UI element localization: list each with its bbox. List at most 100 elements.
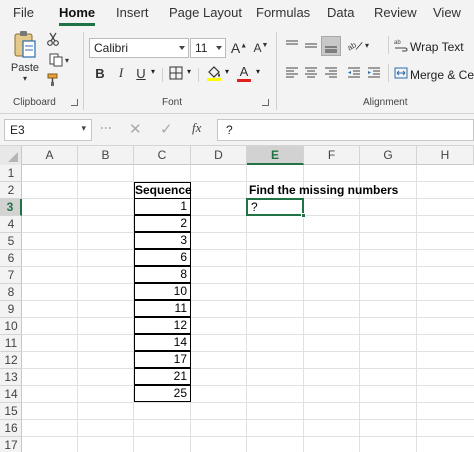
sequence-header-cell[interactable]: Sequence [134, 182, 192, 199]
tab-review[interactable]: Review [374, 5, 417, 20]
cut-button[interactable] [46, 32, 60, 46]
column-header-c[interactable]: C [134, 146, 191, 165]
paste-button[interactable]: Paste ▾ [8, 30, 42, 90]
row-header-9[interactable]: 9 [0, 301, 22, 318]
row-header-11[interactable]: 11 [0, 335, 22, 352]
row-header-3[interactable]: 3 [0, 199, 22, 216]
sequence-cell[interactable]: 12 [134, 317, 191, 334]
chevron-down-icon[interactable]: ▾ [225, 67, 229, 76]
gridline [359, 165, 360, 452]
column-header-e[interactable]: E [247, 146, 304, 165]
top-align-button[interactable] [283, 36, 301, 54]
font-color-icon: A [239, 63, 249, 79]
tab-view[interactable]: View [433, 5, 461, 20]
wrap-text-icon: ab [394, 36, 408, 54]
row-header-16[interactable]: 16 [0, 420, 22, 437]
sequence-cell[interactable]: 21 [134, 368, 191, 385]
gridline [22, 351, 474, 352]
tab-page-layout[interactable]: Page Layout [169, 5, 242, 20]
row-header-15[interactable]: 15 [0, 403, 22, 420]
insert-function-button[interactable]: fx [192, 120, 201, 136]
sequence-cell[interactable]: 3 [134, 232, 191, 249]
separator [162, 68, 163, 82]
column-header-h[interactable]: H [417, 146, 474, 165]
sequence-cell[interactable]: 1 [134, 198, 191, 215]
copy-button[interactable]: ▾ [46, 53, 72, 67]
wrap-text-button[interactable]: Wrap Text [410, 40, 464, 54]
sequence-cell[interactable]: 2 [134, 215, 191, 232]
row-header-5[interactable]: 5 [0, 233, 22, 250]
tab-formulas[interactable]: Formulas [256, 5, 310, 20]
row-header-4[interactable]: 4 [0, 216, 22, 233]
sequence-cell[interactable]: 6 [134, 249, 191, 266]
font-name-dropdown[interactable]: Calibri [89, 38, 189, 58]
sequence-cell[interactable]: 8 [134, 266, 191, 283]
middle-align-button[interactable] [302, 36, 320, 54]
row-header-12[interactable]: 12 [0, 352, 22, 369]
active-cell-e3[interactable]: ? [246, 198, 304, 216]
column-header-b[interactable]: B [78, 146, 134, 165]
increase-indent-button[interactable] [365, 64, 383, 82]
decrease-font-size-button[interactable]: A▼ [252, 38, 270, 58]
cancel-entry-icon[interactable]: ✕ [129, 120, 142, 138]
chevron-down-icon[interactable]: ▾ [151, 67, 155, 76]
tab-data[interactable]: Data [327, 5, 354, 20]
orientation-button[interactable]: ab ▾ [347, 36, 369, 54]
formula-bar: E3 ▾ ⋮ ✕ ✓ fx ? [0, 114, 474, 146]
separator [388, 64, 389, 82]
confirm-entry-icon[interactable]: ✓ [160, 120, 173, 138]
underline-button[interactable]: U [133, 64, 149, 82]
font-color-button[interactable]: A [236, 63, 252, 83]
column-header-a[interactable]: A [22, 146, 78, 165]
align-left-icon [286, 67, 298, 78]
sequence-cell[interactable]: 25 [134, 385, 191, 402]
tab-insert[interactable]: Insert [116, 5, 149, 20]
more-options-icon[interactable]: ⋮ [99, 122, 113, 134]
font-dialog-launcher[interactable] [262, 99, 269, 106]
chevron-down-icon[interactable]: ▾ [256, 67, 260, 76]
font-size-dropdown[interactable]: 11 [190, 38, 226, 58]
row-header-17[interactable]: 17 [0, 437, 22, 452]
align-left-button[interactable] [283, 64, 301, 82]
column-header-g[interactable]: G [360, 146, 417, 165]
bottom-align-button[interactable] [321, 36, 341, 56]
sequence-cell[interactable]: 11 [134, 300, 191, 317]
fill-color-button[interactable] [205, 64, 223, 82]
italic-button[interactable]: I [113, 64, 129, 82]
tab-home[interactable]: Home [59, 5, 95, 20]
row-header-10[interactable]: 10 [0, 318, 22, 335]
row-header-13[interactable]: 13 [0, 369, 22, 386]
increase-font-size-button[interactable]: A▲ [230, 38, 248, 58]
row-header-6[interactable]: 6 [0, 250, 22, 267]
column-header-d[interactable]: D [191, 146, 247, 165]
row-header-7[interactable]: 7 [0, 267, 22, 284]
column-header-f[interactable]: F [304, 146, 360, 165]
row-header-8[interactable]: 8 [0, 284, 22, 301]
name-box[interactable]: E3 ▾ [4, 119, 92, 141]
select-all-button[interactable] [0, 146, 22, 165]
formula-input[interactable]: ? [217, 119, 474, 141]
row-header-1[interactable]: 1 [0, 165, 22, 182]
svg-text:ab: ab [394, 40, 401, 46]
worksheet-grid[interactable]: Sequence 1 2 3 6 8 10 11 12 14 17 21 25 … [22, 165, 474, 452]
task-title-cell[interactable]: Find the missing numbers [249, 183, 398, 197]
chevron-down-icon: ▾ [81, 123, 86, 133]
row-header-2[interactable]: 2 [0, 182, 22, 199]
bold-button[interactable]: B [92, 64, 108, 82]
align-right-button[interactable] [322, 64, 340, 82]
sequence-cell[interactable]: 10 [134, 283, 191, 300]
borders-button[interactable] [168, 65, 184, 81]
clipboard-dialog-launcher[interactable] [71, 99, 78, 106]
tab-file[interactable]: File [13, 5, 34, 20]
sequence-cell[interactable]: 14 [134, 334, 191, 351]
gridline [22, 402, 474, 403]
fill-handle[interactable] [301, 213, 306, 218]
chevron-down-icon[interactable]: ▾ [187, 67, 191, 76]
sequence-cell[interactable]: 17 [134, 351, 191, 368]
merge-center-button[interactable]: Merge & Center [410, 68, 474, 82]
decrease-indent-button[interactable] [345, 64, 363, 82]
gridline [22, 300, 474, 301]
row-header-14[interactable]: 14 [0, 386, 22, 403]
align-center-button[interactable] [302, 64, 320, 82]
format-painter-button[interactable] [46, 73, 60, 87]
